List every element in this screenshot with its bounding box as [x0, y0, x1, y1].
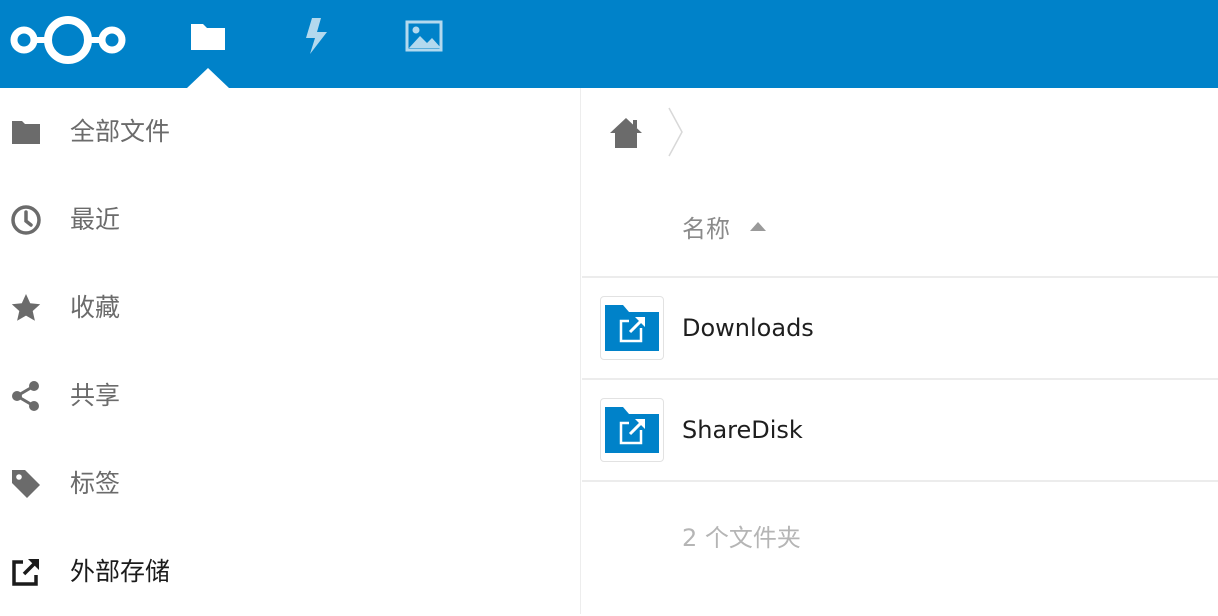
- file-name: Downloads: [682, 314, 814, 342]
- files-app-button[interactable]: [188, 18, 228, 58]
- file-row-sharedisk[interactable]: ShareDisk: [582, 380, 1218, 480]
- sidebar-item-tags[interactable]: 标签: [0, 440, 580, 528]
- sidebar-item-label: 全部文件: [70, 117, 171, 146]
- sidebar-item-label: 标签: [70, 469, 121, 498]
- sidebar-item-label: 外部存储: [70, 557, 171, 586]
- sort-ascending-icon: [750, 221, 766, 231]
- nextcloud-logo[interactable]: [6, 14, 130, 66]
- folder-icon: [10, 116, 42, 148]
- sidebar-item-recent[interactable]: 最近: [0, 176, 580, 264]
- lightning-icon: [302, 17, 330, 59]
- file-row-downloads[interactable]: Downloads: [582, 278, 1218, 378]
- sidebar-item-favorites[interactable]: 收藏: [0, 264, 580, 352]
- clock-icon: [10, 204, 42, 236]
- external-folder-icon: [600, 296, 664, 360]
- file-list-area: 名称 Downloads ShareDisk 2 个文件夹: [582, 88, 1218, 614]
- sidebar-item-label: 最近: [70, 205, 121, 234]
- name-column-header[interactable]: 名称: [682, 206, 766, 246]
- activity-app-button[interactable]: [296, 18, 336, 58]
- row-divider: [582, 480, 1218, 482]
- sidebar-item-all-files[interactable]: 全部文件: [0, 88, 580, 176]
- file-count-summary: 2 个文件夹: [682, 524, 801, 552]
- sidebar: 全部文件 最近 收藏 共享 标签 外部存储: [0, 88, 581, 614]
- star-icon: [10, 292, 42, 324]
- column-header-label: 名称: [682, 214, 730, 243]
- sidebar-item-external-storage[interactable]: 外部存储: [0, 528, 580, 616]
- external-folder-icon: [600, 398, 664, 462]
- external-link-icon: [10, 556, 42, 588]
- tag-icon: [10, 468, 42, 500]
- breadcrumb-separator: [666, 106, 686, 158]
- share-icon: [10, 380, 42, 412]
- sidebar-item-label: 共享: [70, 381, 121, 410]
- breadcrumb-home[interactable]: [608, 116, 644, 150]
- active-app-indicator: [187, 68, 229, 88]
- gallery-app-button[interactable]: [404, 18, 444, 58]
- image-icon: [405, 20, 443, 56]
- file-name: ShareDisk: [682, 416, 803, 444]
- app-header: [0, 0, 1218, 88]
- sidebar-item-shares[interactable]: 共享: [0, 352, 580, 440]
- folder-icon: [189, 20, 227, 56]
- home-icon: [608, 118, 644, 154]
- sidebar-item-label: 收藏: [70, 293, 121, 322]
